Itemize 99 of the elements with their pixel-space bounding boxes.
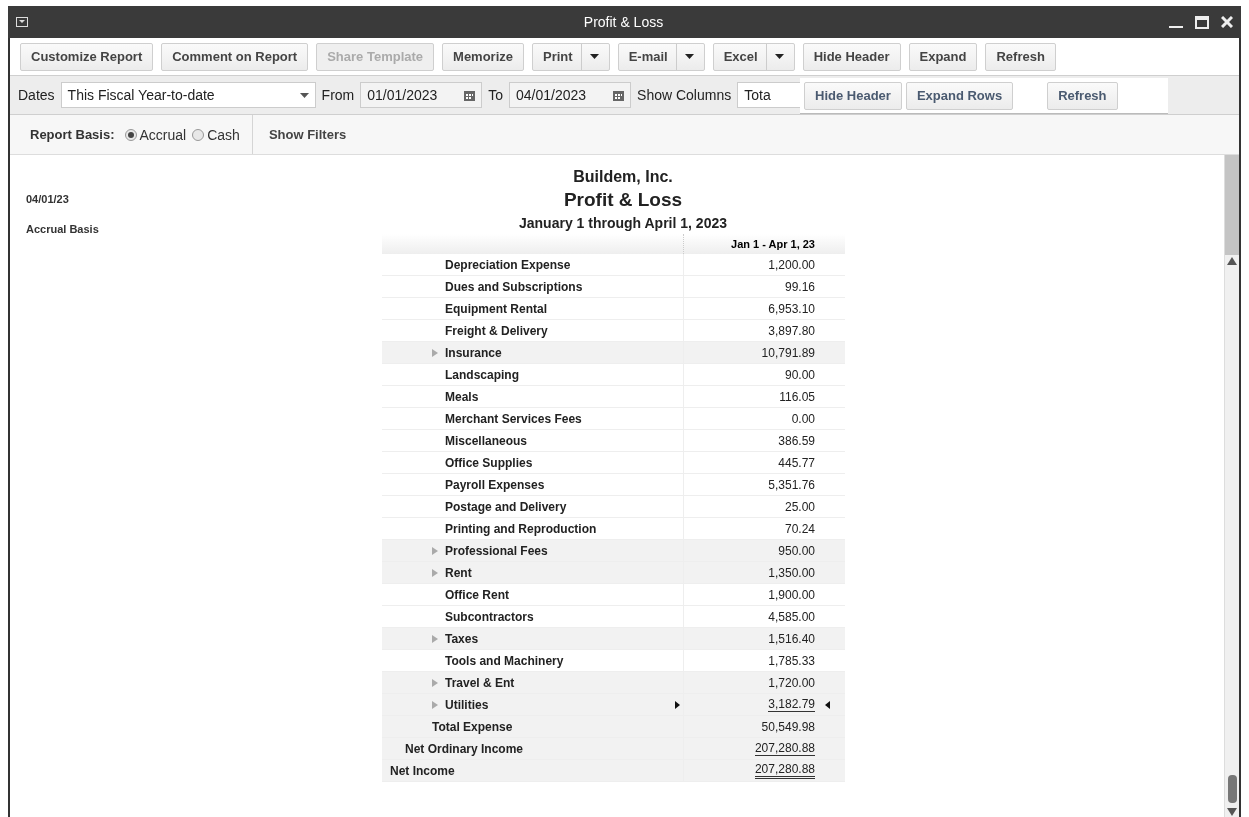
- account-cell[interactable]: Rent: [382, 562, 683, 583]
- amount-cell: 5,351.76: [683, 474, 845, 495]
- amount-cell: 445.77: [683, 452, 845, 473]
- amount-cell: 1,516.40: [683, 628, 845, 649]
- maximize-icon[interactable]: [1195, 15, 1209, 29]
- amount-cell: 10,791.89: [683, 342, 845, 363]
- toolbar-button[interactable]: Comment on Report: [161, 42, 309, 71]
- account-cell[interactable]: Professional Fees: [382, 540, 683, 561]
- expand-icon[interactable]: [432, 700, 438, 709]
- account-cell[interactable]: Landscaping: [382, 364, 683, 385]
- caret-icon: [774, 54, 784, 59]
- account-cell[interactable]: Dues and Subscriptions: [382, 276, 683, 297]
- account-cell[interactable]: Tools and Machinery: [382, 650, 683, 671]
- toolbar-button[interactable]: Memorize: [442, 42, 524, 71]
- dates-dropdown[interactable]: This Fiscal Year-to-date: [60, 82, 316, 108]
- account-cell[interactable]: Postage and Delivery: [382, 496, 683, 517]
- account-cell[interactable]: Net Income: [382, 760, 683, 781]
- amount-cell: 116.05: [683, 386, 845, 407]
- split-button[interactable]: Excel: [712, 42, 795, 71]
- report-basis: Accrual Basis: [26, 223, 99, 235]
- basis-radio[interactable]: Accrual: [124, 126, 187, 143]
- amount-cell: 4,585.00: [683, 606, 845, 627]
- amount-cell: 90.00: [683, 364, 845, 385]
- account-cell[interactable]: Depreciation Expense: [382, 254, 683, 275]
- to-date-field[interactable]: 04/01/2023: [509, 82, 632, 108]
- row-marker-icon: [825, 701, 830, 709]
- split-button[interactable]: E-mail: [617, 42, 705, 71]
- caret-icon: [299, 92, 309, 98]
- split-button[interactable]: Print: [532, 42, 610, 71]
- scrollbar-thumb[interactable]: [1225, 155, 1239, 255]
- account-cell[interactable]: Utilities: [382, 694, 683, 715]
- amount-cell: 1,900.00: [683, 584, 845, 605]
- toolbar-button[interactable]: Refresh: [985, 42, 1056, 71]
- scroll-down-icon[interactable]: [1225, 807, 1239, 817]
- expand-icon[interactable]: [432, 348, 438, 357]
- report-basis-label: Report Basis:: [30, 127, 115, 142]
- amount-cell: 50,549.98: [683, 716, 845, 737]
- account-cell[interactable]: Meals: [382, 386, 683, 407]
- amount-cell: 1,200.00: [683, 254, 845, 275]
- amount-cell: 386.59: [683, 430, 845, 451]
- account-cell[interactable]: Subcontractors: [382, 606, 683, 627]
- amount-cell: 99.16: [683, 276, 845, 297]
- report-period: January 1 through April 1, 2023: [519, 215, 727, 231]
- from-label: From: [321, 87, 355, 103]
- report-title: Profit & Loss: [563, 189, 683, 211]
- expand-icon[interactable]: [432, 634, 438, 643]
- account-cell[interactable]: Taxes: [382, 628, 683, 649]
- amount-cell: 207,280.88: [683, 760, 845, 781]
- amount-cell: 3,897.80: [683, 320, 845, 341]
- account-cell[interactable]: Merchant Services Fees: [382, 408, 683, 429]
- account-cell[interactable]: Office Rent: [382, 584, 683, 605]
- amount-cell: 950.00: [683, 540, 845, 561]
- dates-label: Dates: [18, 87, 55, 103]
- calendar-icon[interactable]: [464, 89, 476, 101]
- close-icon[interactable]: [1221, 16, 1233, 28]
- amount-cell: 1,350.00: [683, 562, 845, 583]
- account-cell[interactable]: Office Supplies: [382, 452, 683, 473]
- account-cell[interactable]: Payroll Expenses: [382, 474, 683, 495]
- report-date: 04/01/23: [26, 193, 70, 205]
- company-name: Buildem, Inc.: [573, 168, 673, 186]
- account-cell[interactable]: Total Expense: [382, 716, 683, 737]
- to-label: To: [488, 87, 504, 103]
- basis-radio[interactable]: Cash: [192, 126, 240, 143]
- show-columns-label: Show Columns: [637, 87, 732, 103]
- scrollbar[interactable]: [1224, 155, 1239, 817]
- calendar-icon[interactable]: [613, 89, 625, 101]
- amount-cell: 25.00: [683, 496, 845, 517]
- expand-icon[interactable]: [432, 568, 438, 577]
- radio-icon[interactable]: [192, 128, 205, 141]
- amount-cell: 207,280.88: [683, 738, 845, 759]
- expand-icon[interactable]: [432, 678, 438, 687]
- popup-button[interactable]: Refresh: [1047, 81, 1118, 110]
- popup-button[interactable]: Expand Rows: [905, 81, 1014, 110]
- amount-cell: 0.00: [683, 408, 845, 429]
- account-cell[interactable]: Insurance: [382, 342, 683, 363]
- popup-button[interactable]: Hide Header: [804, 81, 902, 110]
- scrollbar-thumb[interactable]: [1227, 775, 1237, 803]
- account-cell[interactable]: Miscellaneous: [382, 430, 683, 451]
- account-cell[interactable]: Net Ordinary Income: [382, 738, 683, 759]
- window-title: Profit & Loss: [582, 14, 665, 30]
- toolbar-button[interactable]: Expand: [908, 42, 978, 71]
- amount-cell: 1,720.00: [683, 672, 845, 693]
- account-cell[interactable]: Printing and Reproduction: [382, 518, 683, 539]
- caret-icon: [589, 54, 599, 59]
- account-cell[interactable]: Travel & Ent: [382, 672, 683, 693]
- amount-cell: 6,953.10: [683, 298, 845, 319]
- account-cell[interactable]: Freight & Delivery: [382, 320, 683, 341]
- amount-cell: 70.24: [683, 518, 845, 539]
- window-menu-icon[interactable]: [16, 17, 28, 27]
- from-date-field[interactable]: 01/01/2023: [360, 82, 483, 108]
- toolbar-button[interactable]: Customize Report: [20, 42, 154, 71]
- show-filters-link[interactable]: Show Filters: [268, 127, 347, 142]
- amount-cell: 1,785.33: [683, 650, 845, 671]
- toolbar-button[interactable]: Hide Header: [802, 42, 901, 71]
- expand-icon[interactable]: [432, 546, 438, 555]
- caret-icon: [684, 54, 694, 59]
- column-header: Jan 1 - Apr 1, 23: [382, 234, 845, 254]
- account-cell[interactable]: Equipment Rental: [382, 298, 683, 319]
- radio-icon[interactable]: [124, 128, 137, 141]
